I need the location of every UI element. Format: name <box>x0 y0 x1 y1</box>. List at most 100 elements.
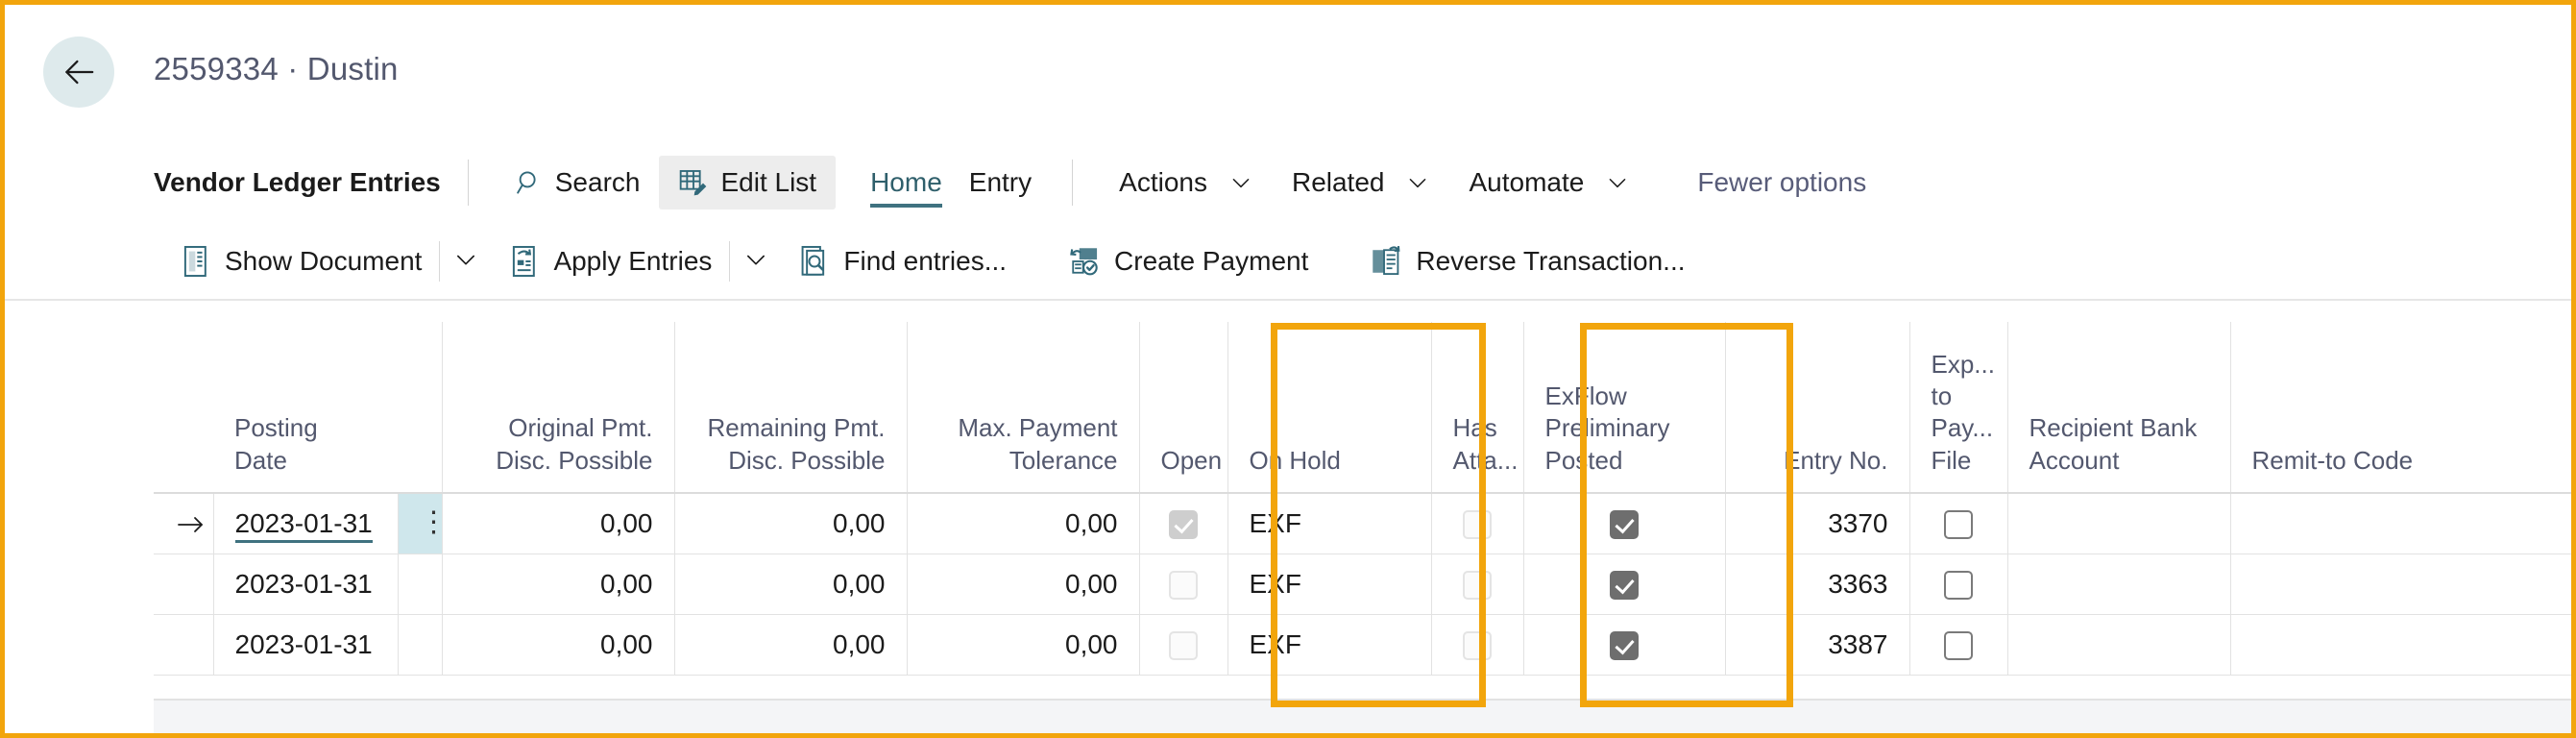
cell-remit-to-code[interactable] <box>2230 554 2576 614</box>
tab-home[interactable]: Home <box>857 156 956 209</box>
has-attachment-checkbox[interactable] <box>1463 571 1492 600</box>
find-entries-button[interactable]: Find entries... <box>782 235 1024 287</box>
row-menu-button[interactable]: ⋮ <box>398 493 442 554</box>
cell-export-to-payment-file[interactable] <box>1909 554 2007 614</box>
table-row[interactable]: 2023-01-31 0,00 0,00 0,00 EXF <box>154 554 2576 614</box>
header-remit-to-code[interactable]: Remit-to Code <box>2230 322 2576 493</box>
cell-entry-no[interactable]: 3363 <box>1725 554 1909 614</box>
chevron-down-icon <box>1228 170 1253 195</box>
cell-has-attachment[interactable] <box>1431 614 1523 675</box>
header-on-hold[interactable]: On Hold <box>1227 322 1431 493</box>
exflow-preliminary-posted-checkbox[interactable] <box>1610 631 1639 660</box>
cell-entry-no[interactable]: 3387 <box>1725 614 1909 675</box>
menu-automate[interactable]: Automate <box>1449 156 1649 209</box>
chevron-down-icon <box>452 246 479 278</box>
fewer-options-link[interactable]: Fewer options <box>1678 156 1885 209</box>
cell-posting-date[interactable]: 2023-01-31 <box>213 554 398 614</box>
edit-list-icon <box>678 167 709 198</box>
posting-date-link[interactable]: 2023-01-31 <box>235 508 373 543</box>
edit-list-button[interactable]: Edit List <box>659 156 836 209</box>
cell-remit-to-code[interactable] <box>2230 614 2576 675</box>
header-entry-no[interactable]: Entry No. <box>1725 322 1909 493</box>
header-row-menu <box>398 322 442 493</box>
posting-date-link[interactable]: 2023-01-31 <box>235 629 373 659</box>
cell-open[interactable] <box>1139 554 1227 614</box>
cell-export-to-payment-file[interactable] <box>1909 614 2007 675</box>
cell-original-pmt-disc-possible[interactable]: 0,00 <box>442 493 674 554</box>
document-icon <box>181 245 211 278</box>
exflow-preliminary-posted-checkbox[interactable] <box>1610 510 1639 539</box>
table-row[interactable]: 2023-01-31 ⋮ 0,00 0,00 0,00 EXF <box>154 493 2576 554</box>
cell-on-hold[interactable]: EXF <box>1227 493 1431 554</box>
cell-remaining-pmt-disc-possible[interactable]: 0,00 <box>674 493 907 554</box>
cell-recipient-bank-account[interactable] <box>2007 554 2230 614</box>
row-menu-button[interactable] <box>398 614 442 675</box>
export-to-payment-file-checkbox[interactable] <box>1944 631 1973 660</box>
cell-remit-to-code[interactable] <box>2230 493 2576 554</box>
table-row[interactable]: 2023-01-31 0,00 0,00 0,00 EXF <box>154 614 2576 675</box>
apply-entries-split-button[interactable] <box>730 235 782 287</box>
fewer-options-label: Fewer options <box>1697 167 1866 198</box>
header-posting-date[interactable]: Posting Date <box>213 322 398 493</box>
search-button[interactable]: Search <box>496 156 660 209</box>
show-document-split-button[interactable] <box>440 235 492 287</box>
reverse-transaction-button[interactable]: Reverse Transaction... <box>1352 235 1702 287</box>
cell-remaining-pmt-disc-possible[interactable]: 0,00 <box>674 554 907 614</box>
header-export-to-payment-file[interactable]: Exp... to Pay... File <box>1909 322 2007 493</box>
tab-entry[interactable]: Entry <box>956 156 1045 209</box>
back-arrow-icon <box>61 54 97 90</box>
header-open[interactable]: Open <box>1139 322 1227 493</box>
cell-has-attachment[interactable] <box>1431 493 1523 554</box>
grid-table: Posting Date Original Pmt. Disc. Possibl… <box>154 322 2576 676</box>
row-menu-button[interactable] <box>398 554 442 614</box>
menu-related[interactable]: Related <box>1273 156 1450 209</box>
back-button[interactable] <box>43 37 114 108</box>
menu-actions[interactable]: Actions <box>1100 156 1273 209</box>
header-original-pmt-disc-possible[interactable]: Original Pmt. Disc. Possible <box>442 322 674 493</box>
export-to-payment-file-checkbox[interactable] <box>1944 510 1973 539</box>
cell-remaining-pmt-disc-possible[interactable]: 0,00 <box>674 614 907 675</box>
exflow-preliminary-posted-checkbox[interactable] <box>1610 571 1639 600</box>
cell-open[interactable] <box>1139 614 1227 675</box>
cell-original-pmt-disc-possible[interactable]: 0,00 <box>442 614 674 675</box>
cell-max-payment-tolerance[interactable]: 0,00 <box>907 614 1139 675</box>
header-exflow-preliminary-posted[interactable]: ExFlow Preliminary Posted <box>1523 322 1725 493</box>
apply-entries-button[interactable]: Apply Entries <box>492 235 729 287</box>
open-checkbox[interactable] <box>1169 510 1198 539</box>
cell-max-payment-tolerance[interactable]: 0,00 <box>907 554 1139 614</box>
cell-open[interactable] <box>1139 493 1227 554</box>
cell-export-to-payment-file[interactable] <box>1909 493 2007 554</box>
header-max-payment-tolerance[interactable]: Max. Payment Tolerance <box>907 322 1139 493</box>
open-checkbox[interactable] <box>1169 631 1198 660</box>
cell-exflow-preliminary-posted[interactable] <box>1523 614 1725 675</box>
cell-entry-no[interactable]: 3370 <box>1725 493 1909 554</box>
cell-recipient-bank-account[interactable] <box>2007 614 2230 675</box>
chevron-down-icon <box>742 246 769 278</box>
cell-recipient-bank-account[interactable] <box>2007 493 2230 554</box>
cell-has-attachment[interactable] <box>1431 554 1523 614</box>
reverse-transaction-icon <box>1370 245 1402 278</box>
tab-entry-label: Entry <box>969 167 1032 198</box>
cell-exflow-preliminary-posted[interactable] <box>1523 493 1725 554</box>
header-has-attachment[interactable]: Has Atta... <box>1431 322 1523 493</box>
open-checkbox[interactable] <box>1169 571 1198 600</box>
header-recipient-bank-account[interactable]: Recipient Bank Account <box>2007 322 2230 493</box>
show-document-button[interactable]: Show Document <box>163 235 439 287</box>
row-indicator <box>154 554 213 614</box>
export-to-payment-file-checkbox[interactable] <box>1944 571 1973 600</box>
has-attachment-checkbox[interactable] <box>1463 631 1492 660</box>
has-attachment-checkbox[interactable] <box>1463 510 1492 539</box>
cell-posting-date[interactable]: 2023-01-31 <box>213 614 398 675</box>
header-remaining-pmt-disc-possible[interactable]: Remaining Pmt. Disc. Possible <box>674 322 907 493</box>
create-payment-button[interactable]: Create Payment <box>1051 235 1325 287</box>
cell-on-hold[interactable]: EXF <box>1227 554 1431 614</box>
grid-body: 2023-01-31 ⋮ 0,00 0,00 0,00 EXF <box>154 493 2576 675</box>
cell-on-hold[interactable]: EXF <box>1227 614 1431 675</box>
cell-posting-date[interactable]: 2023-01-31 <box>213 493 398 554</box>
cell-original-pmt-disc-possible[interactable]: 0,00 <box>442 554 674 614</box>
cell-exflow-preliminary-posted[interactable] <box>1523 554 1725 614</box>
posting-date-link[interactable]: 2023-01-31 <box>235 569 373 599</box>
find-entries-icon <box>799 245 830 278</box>
divider <box>1072 160 1073 206</box>
cell-max-payment-tolerance[interactable]: 0,00 <box>907 493 1139 554</box>
